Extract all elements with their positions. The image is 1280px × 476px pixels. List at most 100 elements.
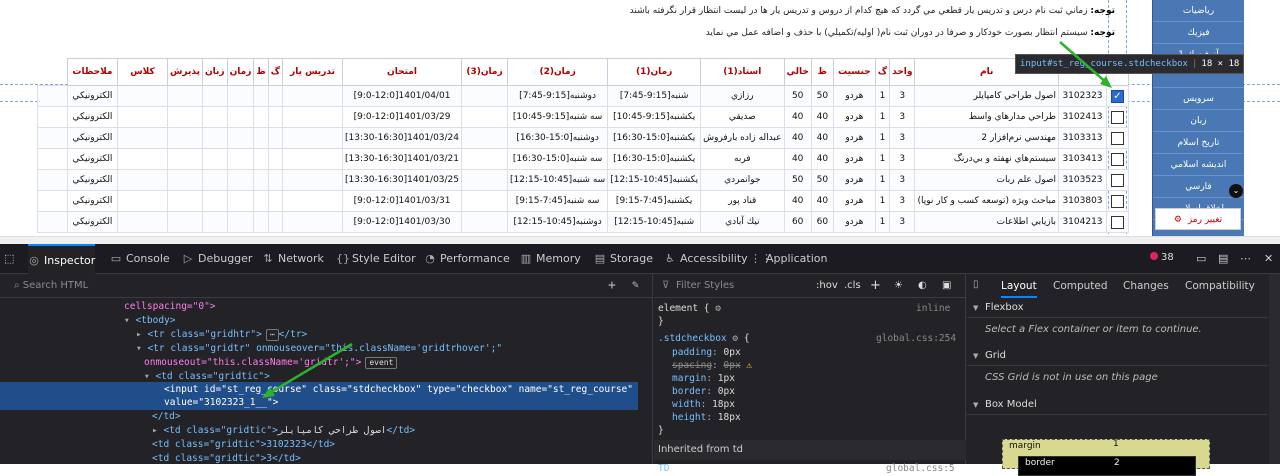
tab-label: Console [126,252,170,265]
filter-styles-input[interactable]: ⊽ Filter Styles :hov .cls + ☀ ◐ ▣ [654,274,966,298]
table-cell [37,106,68,128]
css-property[interactable]: height: 18px [672,411,741,424]
tab-style-editor[interactable]: {} Style Editor [336,244,416,274]
change-password-button[interactable]: تغيير رمز ⚙ [1155,208,1241,230]
table-cell [461,85,509,107]
stdcheckbox-rule[interactable]: .stdcheckbox ⚙ {global.css:254 [658,332,956,345]
border-value[interactable]: 2 [1114,458,1120,468]
markup-line[interactable]: <td class="gridtic">3102323</td> [152,438,335,452]
tab-inspector[interactable]: ◎ Inspector [28,244,96,274]
markup-line[interactable]: ▸ <td class="gridtic">اصول طراحي كامپايل… [152,424,415,438]
tab-computed[interactable]: Computed [1053,274,1108,298]
markup-line[interactable]: </td> [152,410,181,424]
key-icon: ⚙ [1173,215,1182,225]
add-rule-icon[interactable]: + [870,274,881,298]
layout-scrollbar[interactable] [1269,274,1280,464]
sidebar-item[interactable]: زبان [1153,110,1244,132]
tab-changes[interactable]: Changes [1123,274,1169,298]
eyedropper-icon[interactable]: ✎ [632,278,639,291]
sidebar-item[interactable]: تاريخ اسلام [1153,132,1244,154]
markup-line[interactable]: ▾ <td class="gridtic"> [144,370,270,384]
tab-layout[interactable]: Layout [1001,274,1037,298]
search-html-input[interactable]: ⌕ Search HTML [0,274,653,298]
markup-line[interactable]: onmouseout="this.className='gridtr';"> ev… [144,356,398,370]
sidebar-item[interactable]: فيزيك [1153,22,1244,44]
tab-label: Inspector [44,254,96,267]
column-header: زبان [201,58,228,86]
tab-accessibility[interactable]: ♿ Accessibility [664,244,748,274]
page-horizontal-scrollbar[interactable] [0,236,1280,244]
table-cell: 1 [874,148,891,170]
filter-placeholder: Filter Styles [676,280,735,291]
markup-line-selected[interactable]: value="3102323_1__"> [164,396,278,410]
boxmodel-section[interactable]: ▼ Box Model [967,395,1267,415]
markup-line[interactable]: ▸ <tr class="gridhtr"> ⋯ </tr> [136,328,307,342]
markup-line[interactable]: cellspacing="0"> [124,300,216,314]
devtools-toolbar: ⬚ ◎ Inspector ▭ Console ▷ Debugger ⇅ Network{} S… [0,244,1280,274]
frames-icon[interactable]: ▭ [1196,244,1206,274]
table-row[interactable]: 3102413 طراحي مدارهاي واسط 3 1 هردو 40 40 صديقي… [37,106,1129,128]
markup-line-selected[interactable]: <input id="st_reg_course" class="stdchec… [164,383,633,397]
tab-label: Application [766,252,828,265]
css-property[interactable]: spacing: 0px ⚠ [672,359,752,372]
error-count[interactable]: 38 [1150,252,1174,263]
sidebar-item[interactable]: رياضيات [1153,0,1244,22]
table-row[interactable]: 3104213 بازيابي اطلاعات 3 1 هردو 60 60 نيك آباد… [37,211,1129,233]
sidebar-toggle-icon[interactable]: ▯ [973,279,979,290]
tab-storage[interactable]: ▤ Storage [594,244,653,274]
css-property[interactable]: border: 0px [672,385,735,398]
course-checkbox[interactable] [1111,152,1124,166]
class-toggle[interactable]: .cls [844,274,861,298]
table-row[interactable]: 3103803 مباحث ويژه (توسعه كسب و كار نوپا)… [37,190,1129,212]
add-node-icon[interactable]: + [608,278,616,293]
grid-section[interactable]: ▼ Grid [967,346,1267,366]
tooltip-tag: input [1020,59,1048,69]
table-row[interactable]: 3103413 سيستم‌هاي نهفته و بي‌درنگ 3 1 هردو 40… [37,148,1129,170]
sidebar-item[interactable]: سرويس [1153,88,1244,110]
markup-line[interactable]: ▾ <tr class="gridtr" onmouseover="this.c… [136,342,502,356]
dark-theme-icon[interactable]: ◐ [918,274,927,298]
course-checkbox[interactable]: ✓ [1111,89,1124,103]
more-options-icon[interactable]: ⋯ [1240,244,1251,274]
table-cell: 60 [783,211,812,233]
dock-icon[interactable]: ▤ [1218,244,1228,274]
element-rule[interactable]: element { ⚙ inline [658,302,950,315]
table-cell [461,169,509,191]
course-checkbox[interactable] [1111,194,1124,208]
close-icon[interactable]: ✕ [1264,244,1273,274]
css-property[interactable]: width: 18px [672,398,735,411]
event-badge[interactable]: event [365,357,398,369]
tab-memory[interactable]: ▥ Memory [520,244,581,274]
tab-performance[interactable]: ◔ Performance [424,244,510,274]
course-checkbox[interactable] [1111,173,1124,187]
table-row[interactable]: 3103313 مهندسي نرم‌افزار 2 3 1 هردو 40 40 عبدال… [37,127,1129,149]
tab-application[interactable]: ⋮⋮Application [750,244,827,274]
hover-toggle[interactable]: :hov [816,274,838,298]
tab-compatibility[interactable]: Compatibility [1185,274,1255,298]
tab-debugger[interactable]: ▷ Debugger [182,244,253,274]
margin-value[interactable]: 1 [1113,439,1119,449]
css-property[interactable]: margin: 1px [672,372,735,385]
tab-console[interactable]: ▭ Console [110,244,170,274]
course-checkbox[interactable] [1111,131,1124,145]
column-header: امتحان [341,58,463,86]
print-icon[interactable]: ▣ [942,274,951,298]
table-row[interactable]: ✓ 3102323 اصول طراحي كامپايلر 3 1 هردو 50 50 رزا… [37,85,1129,107]
markup-line[interactable]: ▾ <tbody> [124,314,176,328]
table-cell: 1 [874,127,891,149]
table-cell [37,148,68,170]
css-property[interactable]: padding: 0px [672,346,741,359]
table-row[interactable]: 3103523 اصول علم ربات 3 1 هردو 50 50 جوانمردي يك… [37,169,1129,191]
pick-element-icon[interactable]: ⬚ [4,244,14,274]
table-cell: 40 [783,148,812,170]
light-theme-icon[interactable]: ☀ [894,274,903,298]
scroll-down-icon[interactable]: ⌄ [1229,184,1243,198]
table-cell: 50 [810,85,834,107]
checkbox-cell [1106,211,1129,233]
tab-network[interactable]: ⇅ Network [262,244,324,274]
table-cell: الكترونيكي [66,169,118,191]
sidebar-item[interactable]: انديشه اسلامي [1153,154,1244,176]
flexbox-section[interactable]: ▼ Flexbox [967,298,1267,318]
course-checkbox[interactable] [1111,215,1124,229]
course-checkbox[interactable] [1111,110,1124,124]
